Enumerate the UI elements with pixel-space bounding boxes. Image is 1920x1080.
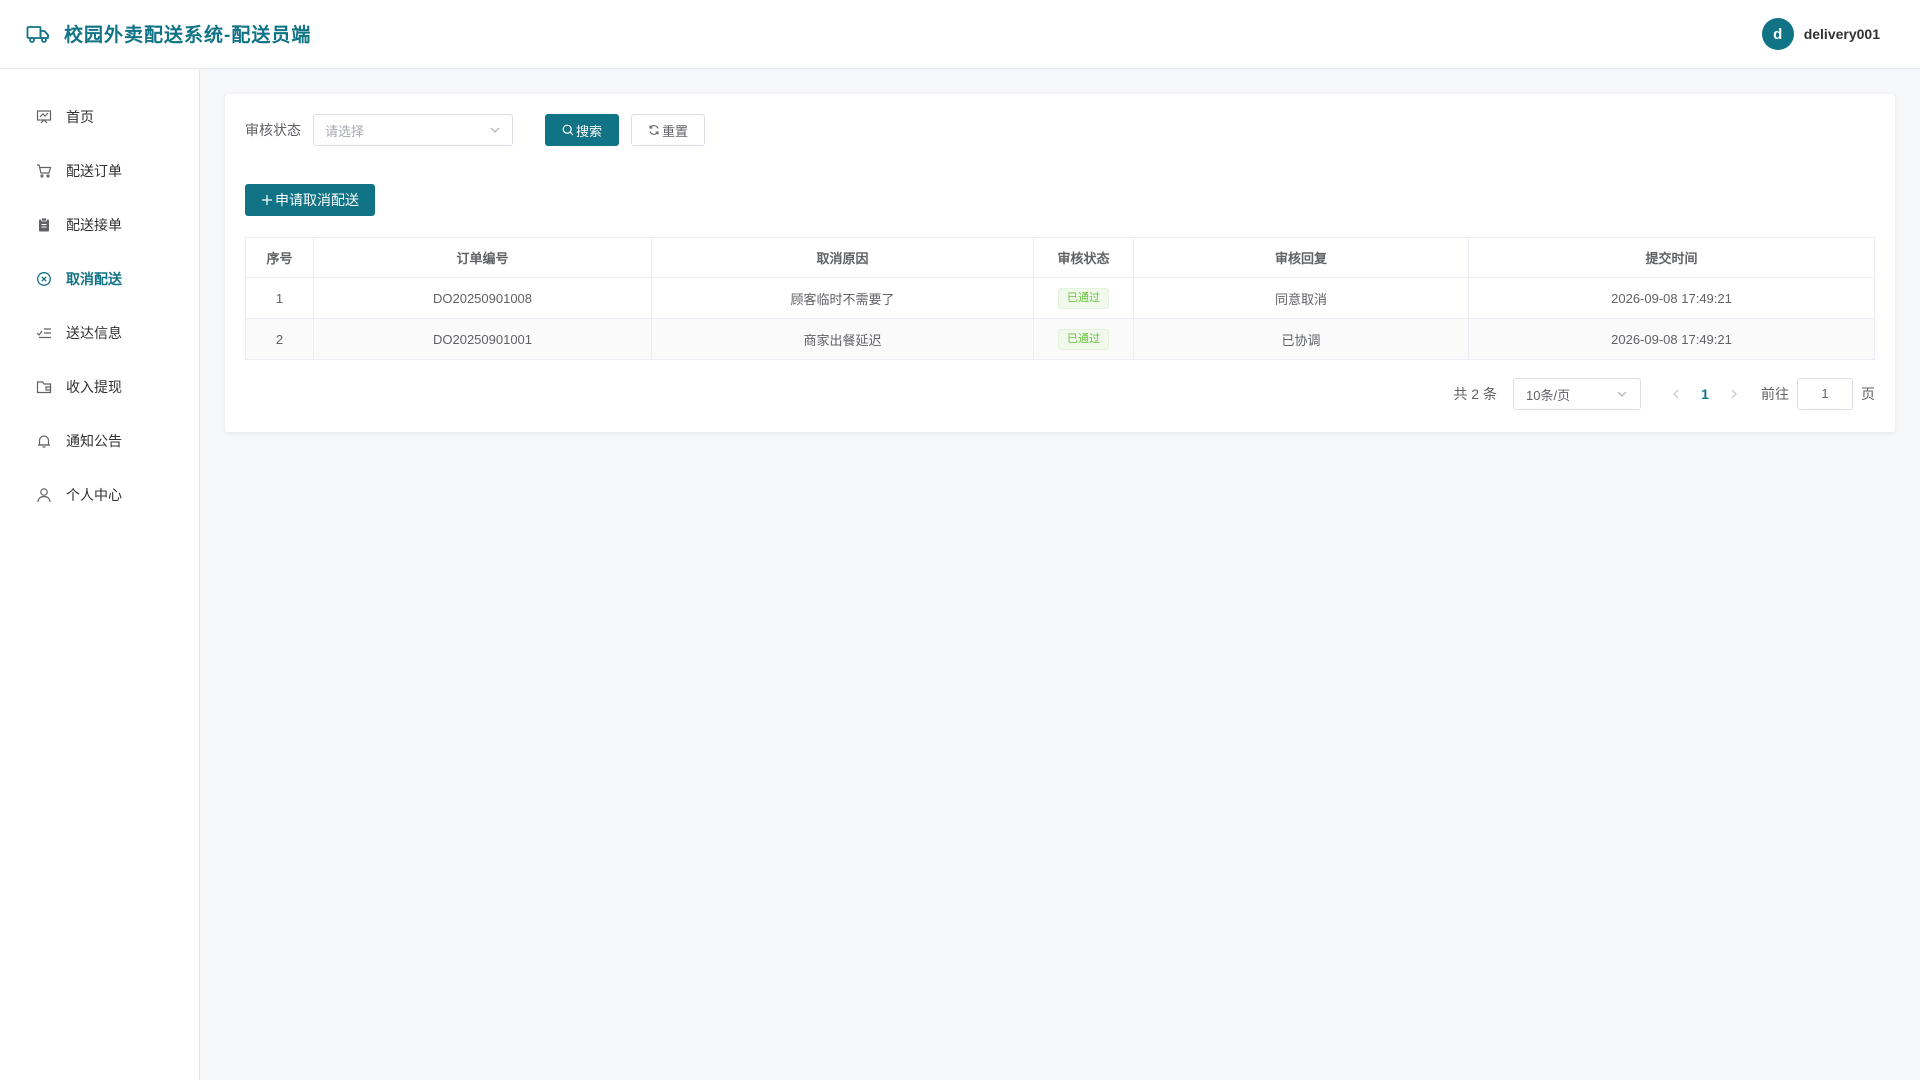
column-header: 序号	[245, 237, 314, 278]
table-header-row: 序号 订单编号 取消原因 审核状态 审核回复 提交时间	[245, 237, 1875, 278]
order-number: DO20250901001	[313, 318, 652, 360]
search-button[interactable]: 搜索	[545, 114, 619, 146]
truck-icon	[26, 25, 49, 43]
review-reply: 已协调	[1133, 318, 1469, 360]
column-header: 取消原因	[651, 237, 1034, 278]
status-cell: 已通过	[1033, 277, 1134, 319]
app-header: 校园外卖配送系统-配送员端 d delivery001	[0, 0, 1920, 69]
total-count: 共 2 条	[1453, 386, 1497, 402]
page-suffix-label: 页	[1861, 386, 1875, 402]
clipboard-icon	[35, 216, 53, 234]
sidebar-item-cancel-delivery[interactable]: 取消配送	[0, 252, 199, 306]
bell-icon	[35, 432, 53, 450]
submit-time: 2026-09-08 17:49:21	[1468, 318, 1875, 360]
status-select[interactable]: 请选择	[313, 114, 513, 146]
column-header: 订单编号	[313, 237, 652, 278]
next-page-button[interactable]	[1721, 378, 1747, 410]
sidebar-item-label: 配送订单	[66, 163, 122, 179]
sidebar-item-label: 配送接单	[66, 217, 122, 233]
app-title: 校园外卖配送系统-配送员端	[64, 25, 312, 46]
home-chart-icon	[35, 108, 53, 126]
sidebar-item-income-withdraw[interactable]: 收入提现	[0, 360, 199, 414]
sidebar-item-delivery-orders[interactable]: 配送订单	[0, 144, 199, 198]
page-size-select[interactable]: 10条/页	[1513, 378, 1641, 410]
pagination: 共 2 条 10条/页 1 前往 1 页	[1453, 378, 1875, 410]
table-row: 1 DO20250901008 顾客临时不需要了 已通过 同意取消 2026-0…	[245, 277, 1875, 319]
reset-button-label: 重置	[661, 123, 688, 139]
row-index: 1	[245, 277, 314, 319]
user-menu[interactable]: d delivery001	[1761, 18, 1880, 50]
search-icon	[562, 124, 574, 136]
content-card: 审核状态 请选择 搜索 重置 申请取消配送 序号 订单编号 取消原因 审核状态 …	[225, 94, 1895, 432]
sidebar-item-home[interactable]: 首页	[0, 90, 199, 144]
sidebar: 首页 配送订单 配送接单 取消配送 送达信息 收入提现 通知公告 个人中心	[0, 69, 200, 1080]
cancel-reason: 顾客临时不需要了	[651, 277, 1034, 319]
chevron-down-icon	[1617, 391, 1627, 397]
apply-cancel-delivery-label: 申请取消配送	[275, 192, 359, 208]
reset-button[interactable]: 重置	[631, 114, 705, 146]
review-reply: 同意取消	[1133, 277, 1469, 319]
sidebar-item-label: 送达信息	[66, 325, 122, 341]
chevron-down-icon	[490, 127, 500, 133]
app-logo: 校园外卖配送系统-配送员端	[26, 20, 311, 47]
status-filter-label: 审核状态	[245, 122, 301, 138]
filter-bar: 审核状态 请选择 搜索 重置	[245, 114, 705, 146]
order-number: DO20250901008	[313, 277, 652, 319]
plus-icon	[262, 195, 272, 205]
sidebar-item-notices[interactable]: 通知公告	[0, 414, 199, 468]
username[interactable]: delivery001	[1804, 26, 1880, 42]
column-header: 审核状态	[1033, 237, 1134, 278]
table-row: 2 DO20250901001 商家出餐延迟 已通过 已协调 2026-09-0…	[245, 318, 1875, 360]
goto-page-input[interactable]: 1	[1797, 378, 1853, 410]
page-number-current[interactable]: 1	[1689, 386, 1721, 402]
apply-cancel-delivery-button[interactable]: 申请取消配送	[245, 184, 375, 216]
sidebar-item-label: 收入提现	[66, 379, 122, 395]
column-header: 审核回复	[1133, 237, 1469, 278]
sidebar-item-label: 通知公告	[66, 433, 122, 449]
prev-page-button[interactable]	[1663, 378, 1689, 410]
check-list-icon	[35, 324, 53, 342]
sidebar-item-label: 取消配送	[66, 271, 122, 287]
cart-icon	[35, 162, 53, 180]
sidebar-item-delivered-info[interactable]: 送达信息	[0, 306, 199, 360]
user-icon	[35, 486, 53, 504]
wallet-folder-icon	[35, 378, 53, 396]
sidebar-item-accept-orders[interactable]: 配送接单	[0, 198, 199, 252]
submit-time: 2026-09-08 17:49:21	[1468, 277, 1875, 319]
cancel-reason: 商家出餐延迟	[651, 318, 1034, 360]
chevron-right-icon	[1731, 389, 1737, 399]
goto-label: 前往	[1761, 386, 1789, 402]
avatar[interactable]: d	[1761, 18, 1794, 50]
sidebar-item-label: 个人中心	[66, 487, 122, 503]
status-badge: 已通过	[1058, 328, 1109, 350]
row-index: 2	[245, 318, 314, 360]
refresh-icon	[649, 125, 659, 135]
circle-close-icon	[35, 270, 53, 288]
chevron-left-icon	[1673, 389, 1679, 399]
status-select-placeholder: 请选择	[325, 123, 365, 139]
status-cell: 已通过	[1033, 318, 1134, 360]
page-size-value: 10条/页	[1526, 387, 1571, 403]
cancel-records-table: 序号 订单编号 取消原因 审核状态 审核回复 提交时间 1 DO20250901…	[245, 237, 1875, 360]
column-header: 提交时间	[1468, 237, 1875, 278]
sidebar-item-profile[interactable]: 个人中心	[0, 468, 199, 522]
sidebar-item-label: 首页	[66, 109, 94, 125]
search-button-label: 搜索	[575, 123, 602, 139]
status-badge: 已通过	[1058, 287, 1109, 309]
